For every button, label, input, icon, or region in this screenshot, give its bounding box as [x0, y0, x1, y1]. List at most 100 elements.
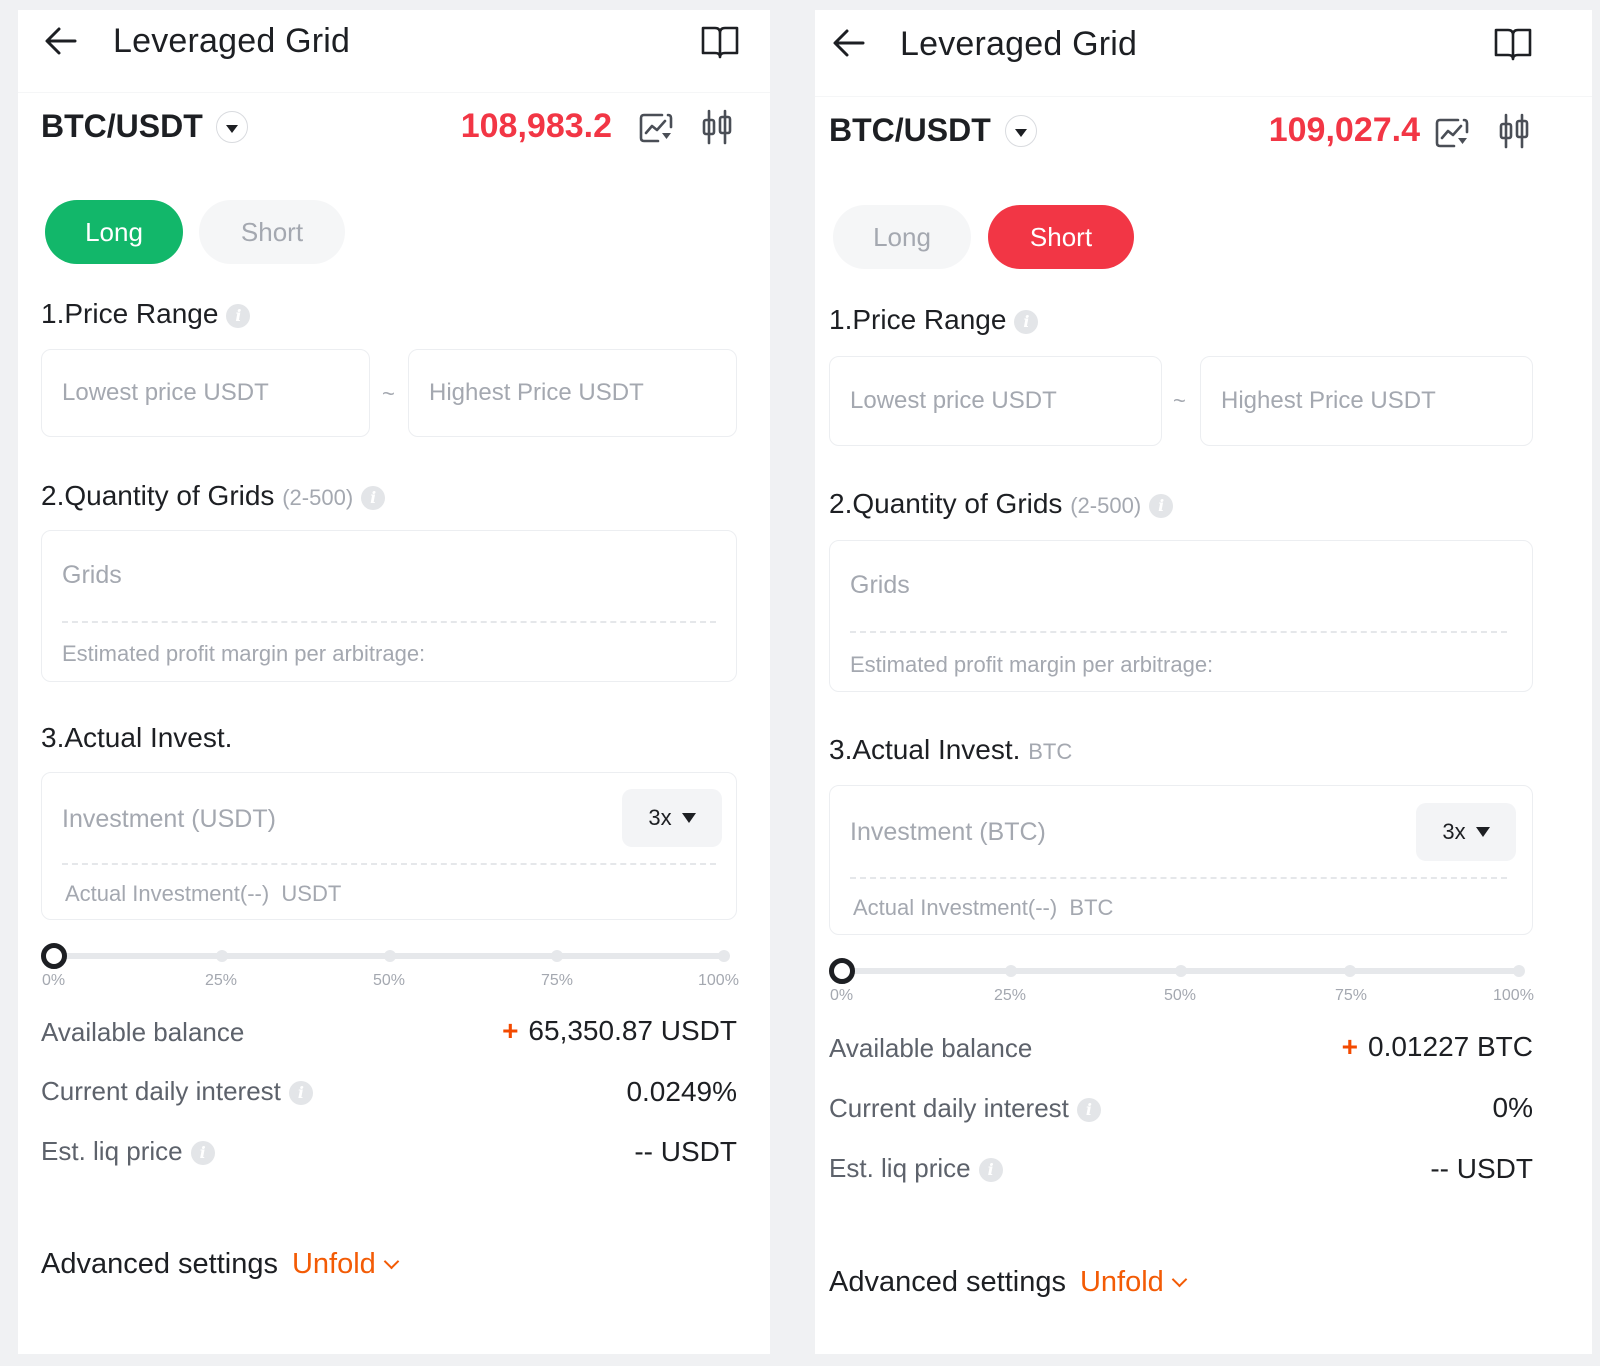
last-price: 108,983.2	[460, 107, 612, 145]
invest-label: 3.Actual Invest.	[829, 734, 1021, 765]
grids-heading: 2.Quantity of Grids (2-500) i	[41, 480, 386, 512]
tab-short[interactable]: Short	[988, 205, 1134, 269]
info-icon[interactable]: i	[288, 1081, 313, 1106]
slider-thumb[interactable]	[829, 958, 855, 984]
unfold-link[interactable]: Unfold	[1079, 1266, 1188, 1298]
lowest-price-input[interactable]: Lowest price USDT	[829, 356, 1162, 446]
lowest-price-placeholder: Lowest price USDT	[850, 387, 1057, 414]
investment-placeholder: Investment (BTC)	[850, 818, 1046, 846]
available-balance-row: +65,350.87 USDT	[502, 1015, 737, 1047]
add-funds-icon[interactable]: +	[502, 1015, 518, 1046]
profit-margin-label: Estimated profit margin per arbitrage:	[62, 641, 426, 666]
info-icon[interactable]: i	[1014, 309, 1039, 334]
unfold-label: Unfold	[291, 1248, 376, 1280]
slider-label-75: 75%	[541, 972, 574, 989]
grids-heading: 2.Quantity of Grids (2-500) i	[829, 488, 1174, 520]
unfold-link[interactable]: Unfold	[291, 1248, 400, 1280]
back-arrow-icon[interactable]	[832, 28, 866, 58]
book-icon[interactable]	[1493, 26, 1533, 62]
chart-icon[interactable]	[638, 111, 674, 145]
grids-input[interactable]: Grids Estimated profit margin per arbitr…	[829, 540, 1533, 692]
slider-label-100: 100%	[698, 972, 739, 989]
page-title: Leveraged Grid	[900, 25, 1138, 63]
daily-interest-heading: Current daily interest i	[829, 1093, 1101, 1124]
slider-stop-75[interactable]	[1344, 965, 1356, 977]
investment-input[interactable]: Investment (USDT) 3x Actual Investment(-…	[41, 772, 737, 920]
invest-unit: BTC	[1028, 739, 1073, 764]
book-icon[interactable]	[700, 24, 740, 60]
price-range-heading: 1.Price Range i	[41, 298, 251, 330]
unfold-label: Unfold	[1079, 1266, 1164, 1298]
info-icon[interactable]: i	[1149, 493, 1174, 518]
highest-price-input[interactable]: Highest Price USDT	[408, 349, 737, 437]
invest-label: 3.Actual Invest.	[41, 722, 233, 753]
back-arrow-icon[interactable]	[44, 26, 78, 56]
slider-stop-50[interactable]	[384, 950, 396, 962]
slider-stop-100[interactable]	[1513, 965, 1525, 977]
actual-investment-label: Actual Investment(--) BTC	[853, 895, 1113, 921]
info-icon[interactable]: i	[226, 303, 251, 328]
slider-label-25: 25%	[205, 972, 238, 989]
lowest-price-placeholder: Lowest price USDT	[62, 379, 269, 406]
pair-dropdown-icon[interactable]	[216, 111, 248, 143]
chevron-down-icon	[1171, 1271, 1188, 1288]
investment-input[interactable]: Investment (BTC) 3x Actual Investment(--…	[829, 785, 1533, 935]
slider-thumb[interactable]	[41, 943, 67, 969]
liq-price-value: -- USDT	[1430, 1153, 1533, 1184]
tab-short[interactable]: Short	[199, 200, 345, 264]
available-balance-label: Available balance	[829, 1033, 1033, 1063]
tab-long[interactable]: Long	[45, 200, 183, 264]
chevron-down-icon	[383, 1253, 400, 1270]
leverage-value: 3x	[648, 805, 672, 830]
info-icon[interactable]: i	[978, 1158, 1003, 1183]
slider-label-75: 75%	[1335, 987, 1368, 1004]
chart-icon[interactable]	[1434, 116, 1470, 150]
page-title: Leveraged Grid	[113, 22, 351, 60]
available-balance-value: 65,350.87 USDT	[528, 1015, 737, 1046]
grids-range: (2-500)	[1070, 493, 1142, 518]
highest-price-placeholder: Highest Price USDT	[1221, 387, 1436, 414]
slider-stop-50[interactable]	[1175, 965, 1187, 977]
slider-label-50: 50%	[373, 972, 406, 989]
slider-label-0: 0%	[830, 987, 854, 1004]
grids-placeholder: Grids	[62, 561, 122, 589]
advanced-settings: Advanced settings Unfold	[829, 1266, 1188, 1299]
candlestick-icon[interactable]	[1498, 113, 1530, 149]
grids-range: (2-500)	[282, 485, 354, 510]
actual-investment-text: Actual Investment(--)	[853, 895, 1058, 920]
liq-price-label: Est. liq price	[41, 1136, 183, 1166]
info-icon[interactable]: i	[361, 485, 386, 510]
candlestick-icon[interactable]	[701, 109, 733, 145]
slider-stop-75[interactable]	[551, 950, 563, 962]
trading-pair[interactable]: BTC/USDT	[41, 108, 203, 145]
tab-long[interactable]: Long	[833, 205, 971, 269]
slider-stop-25[interactable]	[216, 950, 228, 962]
dashed-divider	[850, 877, 1507, 879]
range-separator: ~	[382, 381, 395, 406]
last-price: 109,027.4	[1268, 111, 1420, 149]
lowest-price-input[interactable]: Lowest price USDT	[41, 349, 370, 437]
slider-stop-25[interactable]	[1005, 965, 1017, 977]
slider-stop-100[interactable]	[718, 950, 730, 962]
add-funds-icon[interactable]: +	[1342, 1031, 1358, 1062]
actual-investment-unit: BTC	[1069, 895, 1114, 920]
daily-interest-heading: Current daily interest i	[41, 1076, 313, 1107]
highest-price-input[interactable]: Highest Price USDT	[1200, 356, 1533, 446]
pair-dropdown-icon[interactable]	[1005, 115, 1037, 147]
slider-label-0: 0%	[42, 972, 66, 989]
trading-pair[interactable]: BTC/USDT	[829, 112, 991, 149]
grids-input[interactable]: Grids Estimated profit margin per arbitr…	[41, 530, 737, 682]
grids-placeholder: Grids	[850, 571, 910, 599]
liq-price-heading: Est. liq price i	[829, 1153, 1003, 1184]
info-icon[interactable]: i	[1076, 1098, 1101, 1123]
leverage-selector[interactable]: 3x	[1416, 803, 1516, 861]
grids-label: 2.Quantity of Grids	[41, 480, 275, 511]
invest-heading: 3.Actual Invest.	[41, 722, 232, 754]
left-panel: Leveraged Grid BTC/USDT 108,983.2 Long S…	[18, 10, 770, 1354]
leverage-selector[interactable]: 3x	[622, 789, 722, 847]
daily-interest-label: Current daily interest	[41, 1076, 281, 1106]
info-icon[interactable]: i	[190, 1141, 215, 1166]
header-divider	[815, 96, 1592, 97]
right-panel: Leveraged Grid BTC/USDT 109,027.4 Long S…	[815, 10, 1592, 1354]
liq-price-value: -- USDT	[634, 1136, 737, 1167]
